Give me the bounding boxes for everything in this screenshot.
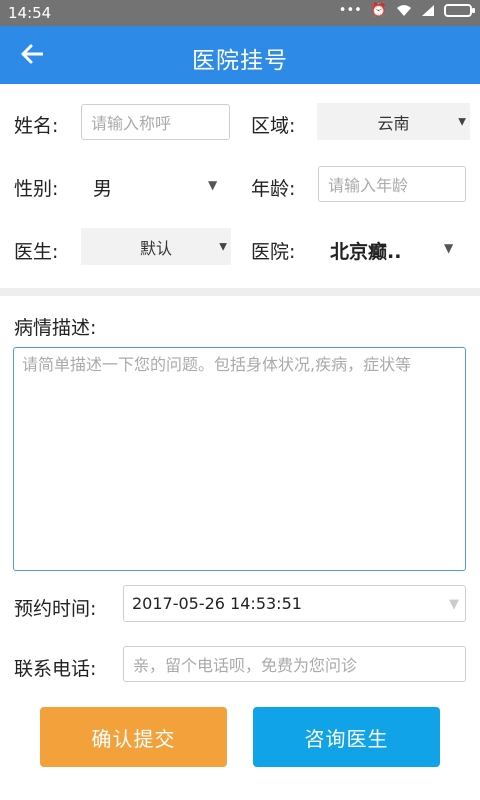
name-input[interactable]: 请输入称呼 (81, 104, 230, 140)
status-bar: 14:54 ••• ⏰ (0, 0, 480, 26)
region-value: 云南 (377, 113, 410, 133)
status-time: 14:54 (8, 4, 52, 22)
dropdown-arrow-icon: ▼ (444, 241, 454, 255)
appointment-time-label: 预约时间: (14, 598, 97, 620)
consult-doctor-button[interactable]: 咨询医生 (253, 707, 440, 767)
appointment-time-picker[interactable]: 2017-05-26 14:53:51 ▼ (123, 585, 466, 622)
wifi-icon (397, 5, 411, 16)
description-label: 病情描述: (14, 317, 97, 339)
submit-button[interactable]: 确认提交 (40, 707, 227, 767)
page-title: 医院挂号 (192, 48, 288, 74)
signal-icon (422, 5, 434, 16)
description-textarea[interactable]: 请简单描述一下您的问题。包括身体状况,疾病，症状等 (13, 347, 466, 571)
hospital-label: 医院: (251, 241, 296, 263)
phone-input[interactable]: 亲，留个电话呗，免费为您问诊 (123, 646, 466, 682)
more-dots-icon: ••• (338, 3, 362, 18)
alarm-icon: ⏰ (370, 3, 387, 18)
doctor-value: 默认 (139, 238, 172, 258)
dropdown-arrow-icon: ▼ (208, 178, 218, 192)
age-label: 年龄: (251, 178, 296, 200)
gender-label: 性别: (14, 178, 59, 200)
section-divider (0, 288, 480, 296)
doctor-select[interactable]: 默认 ▼ (81, 228, 231, 265)
name-label: 姓名: (14, 115, 59, 137)
battery-icon (444, 4, 475, 17)
dropdown-arrow-icon: ▼ (219, 241, 227, 252)
gender-value: 男 (93, 178, 113, 200)
status-icons: ••• ⏰ (338, 3, 475, 18)
dropdown-arrow-icon: ▼ (449, 597, 459, 612)
dropdown-arrow-icon: ▼ (458, 116, 466, 127)
phone-label: 联系电话: (14, 658, 97, 680)
region-select[interactable]: 云南 ▼ (317, 103, 470, 140)
appointment-time-value: 2017-05-26 14:53:51 (132, 594, 302, 613)
hospital-value: 北京癫.. (330, 241, 402, 263)
age-input[interactable]: 请输入年龄 (318, 166, 466, 202)
app-bar: 医院挂号 (0, 26, 480, 84)
region-label: 区域: (251, 115, 296, 137)
doctor-label: 医生: (14, 241, 59, 263)
